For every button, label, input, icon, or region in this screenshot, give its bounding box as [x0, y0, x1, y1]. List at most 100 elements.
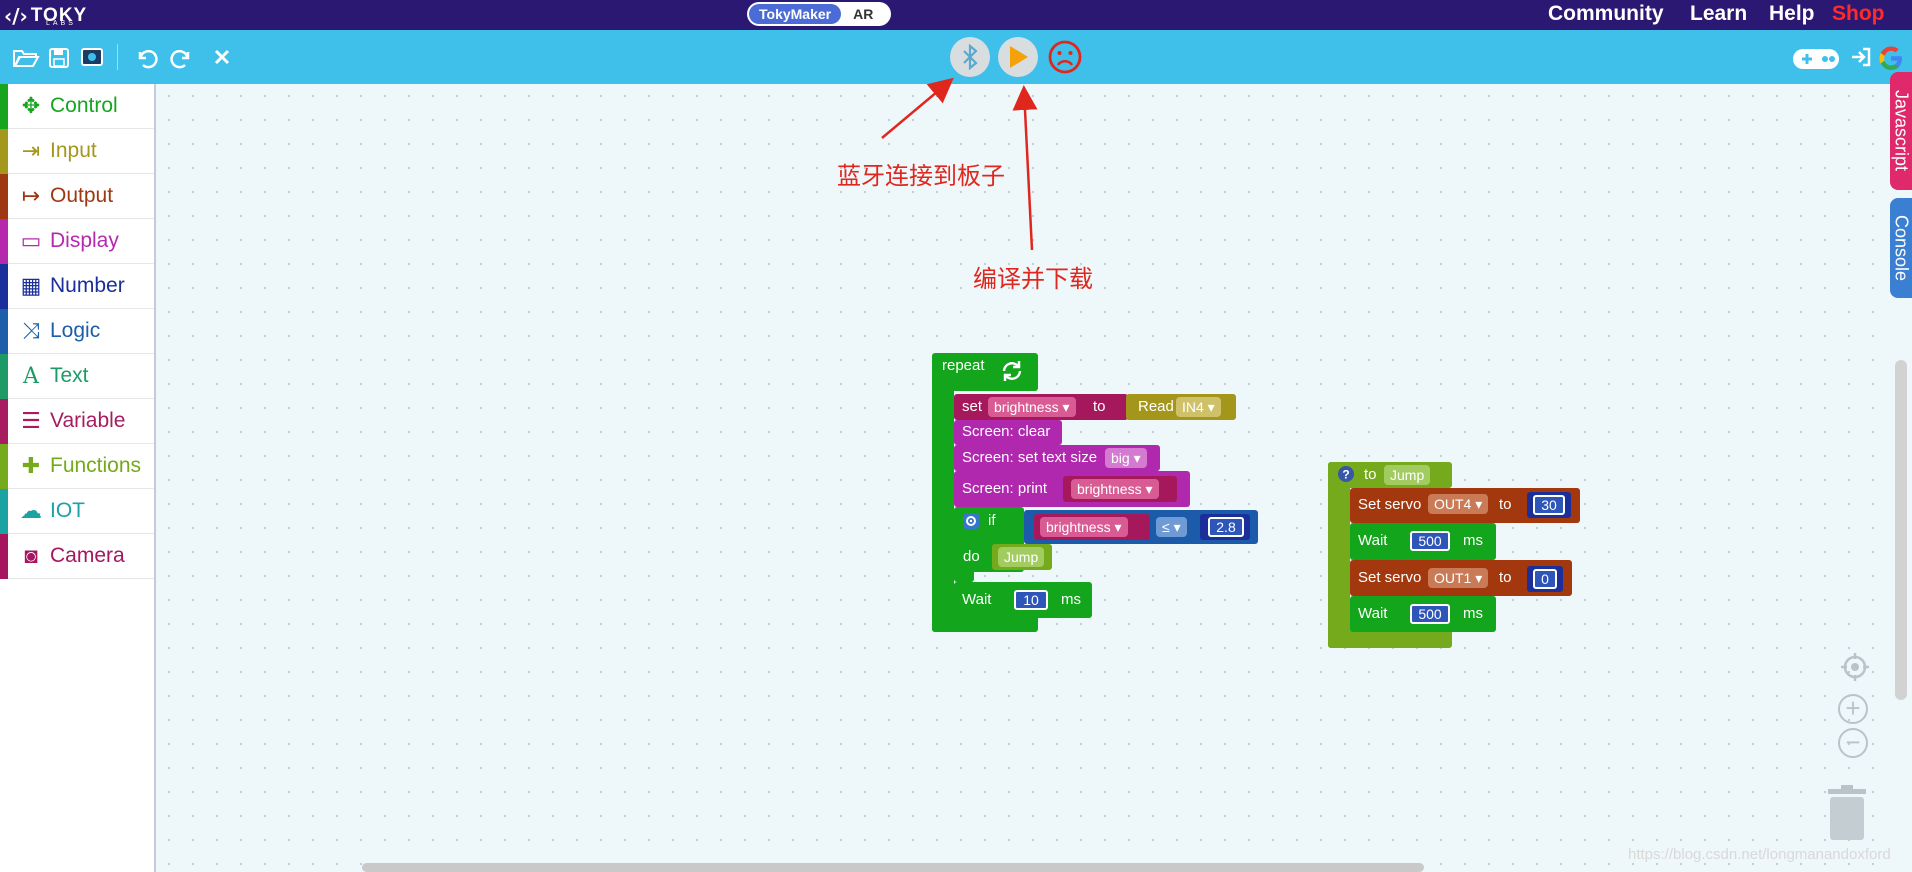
category-variable[interactable]: ☰ Variable — [0, 399, 154, 444]
ms-label: ms — [1463, 532, 1483, 549]
compare-variable-dropdown[interactable]: brightness ▾ — [1040, 517, 1128, 537]
servo-port-dropdown-1[interactable]: OUT4 ▾ — [1428, 494, 1489, 514]
trash-icon[interactable] — [1827, 785, 1867, 841]
bars-icon: ☰ — [21, 408, 41, 433]
connection-status[interactable] — [1045, 37, 1085, 77]
toky-labs-logo[interactable]: ‹/› TOKY LABS — [4, 3, 87, 29]
mode-switch[interactable]: TokyMaker AR — [747, 2, 891, 26]
category-label: Camera — [50, 544, 125, 567]
servo-angle-field-1[interactable]: 30 — [1533, 495, 1565, 515]
function-to-label: to — [1364, 466, 1377, 483]
redo-icon[interactable] — [170, 47, 194, 76]
vertical-scrollbar[interactable] — [1895, 360, 1907, 700]
print-variable-dropdown[interactable]: brightness ▾ — [1071, 479, 1159, 499]
toolbar-divider — [117, 44, 118, 70]
variable-dropdown[interactable]: brightness ▾ — [988, 397, 1076, 417]
category-control[interactable]: ✥ Control — [0, 84, 154, 129]
zoom-in-icon[interactable]: + — [1838, 694, 1868, 724]
wait-value-field[interactable]: 10 — [1014, 590, 1048, 610]
compare-number-field[interactable]: 2.8 — [1208, 517, 1244, 537]
category-stripe — [0, 219, 8, 264]
operator-value: ≤ — [1162, 519, 1170, 535]
mode-tokymaker[interactable]: TokyMaker — [749, 4, 842, 24]
servo-port-name: OUT4 — [1434, 496, 1472, 512]
gear-icon[interactable] — [962, 512, 980, 535]
servo-angle-field-2[interactable]: 0 — [1533, 569, 1557, 589]
zoom-out-icon[interactable]: − — [1838, 728, 1868, 758]
gamepad-icon[interactable] — [1792, 47, 1840, 76]
sad-face-icon — [1048, 40, 1082, 74]
wait-value-field-2[interactable]: 500 — [1410, 531, 1450, 551]
category-input[interactable]: ⇥ Input — [0, 129, 154, 174]
horizontal-scrollbar[interactable] — [362, 863, 1424, 872]
servo-port-name: OUT1 — [1434, 570, 1472, 586]
category-stripe — [0, 264, 8, 309]
category-stripe — [0, 444, 8, 489]
save-icon[interactable] — [48, 47, 70, 74]
category-stripe — [0, 354, 8, 399]
category-output[interactable]: ↦ Output — [0, 174, 154, 219]
compile-upload-button[interactable] — [998, 37, 1038, 77]
category-iot[interactable]: ☁ IOT — [0, 489, 154, 534]
nav-shop[interactable]: Shop — [1832, 2, 1885, 26]
wait-value-field-3[interactable]: 500 — [1410, 604, 1450, 624]
undo-icon[interactable] — [134, 47, 158, 76]
if-block-foot — [954, 568, 974, 582]
annotation-compile-label: 编译并下载 — [973, 265, 1093, 293]
javascript-tab-label: Javascript — [1891, 90, 1912, 172]
javascript-tab[interactable]: Javascript — [1890, 72, 1912, 190]
category-logic[interactable]: ⤨ Logic — [0, 309, 154, 354]
nav-help[interactable]: Help — [1769, 2, 1815, 26]
category-functions[interactable]: ✚ Functions — [0, 444, 154, 489]
clear-icon[interactable] — [212, 47, 232, 72]
set-servo-label: Set servo — [1358, 496, 1422, 513]
screenshot-icon[interactable] — [80, 46, 104, 73]
category-stripe — [0, 84, 8, 129]
read-label: Read — [1138, 398, 1174, 415]
text-icon: A — [23, 363, 39, 389]
recenter-icon[interactable] — [1840, 652, 1870, 687]
category-stripe — [0, 534, 8, 579]
bluetooth-icon — [963, 44, 978, 70]
text-size-dropdown[interactable]: big ▾ — [1105, 448, 1147, 468]
input-port-dropdown[interactable]: IN4 ▾ — [1176, 397, 1221, 417]
category-stripe — [0, 399, 8, 444]
category-camera[interactable]: ◙ Camera — [0, 534, 154, 579]
compare-variable-name: brightness — [1046, 519, 1111, 535]
servo-port-dropdown-2[interactable]: OUT1 ▾ — [1428, 568, 1489, 588]
category-label: Variable — [50, 409, 126, 432]
console-tab[interactable]: Console — [1890, 198, 1912, 298]
category-label: Output — [50, 184, 114, 207]
sign-in-icon: ⇥ — [21, 138, 41, 163]
logo-mark: ‹/› — [4, 4, 28, 28]
nav-learn[interactable]: Learn — [1690, 2, 1747, 26]
category-text[interactable]: A Text — [0, 354, 154, 399]
sign-in-icon[interactable] — [1850, 46, 1872, 73]
category-label: Display — [50, 229, 119, 252]
mode-ar[interactable]: AR — [853, 6, 873, 22]
operator-dropdown[interactable]: ≤ ▾ — [1156, 517, 1187, 537]
function-foot — [1328, 630, 1452, 648]
help-icon[interactable]: ? — [1337, 465, 1355, 488]
wait-label: Wait — [1358, 532, 1388, 549]
category-display[interactable]: ▭ Display — [0, 219, 154, 264]
category-stripe — [0, 489, 8, 534]
monitor-icon: ▭ — [20, 228, 42, 253]
top-nav-bar: ‹/› TOKY LABS TokyMaker AR Community Lea… — [0, 0, 1912, 30]
bluetooth-button[interactable] — [950, 37, 990, 77]
category-number[interactable]: ▦ Number — [0, 264, 154, 309]
shuffle-icon: ⤨ — [22, 318, 40, 343]
sign-out-icon: ↦ — [21, 183, 41, 208]
input-port-name: IN4 — [1182, 399, 1204, 415]
calculator-icon: ▦ — [20, 273, 42, 298]
repeat-block-arm — [932, 380, 954, 632]
category-label: Logic — [50, 319, 101, 342]
open-folder-icon[interactable] — [12, 47, 40, 74]
screen-clear-label: Screen: clear — [962, 423, 1051, 440]
ms-label: ms — [1463, 605, 1483, 622]
function-name-field[interactable]: Jump — [1384, 465, 1431, 485]
call-jump-name: Jump — [998, 547, 1045, 567]
nav-community[interactable]: Community — [1548, 2, 1664, 26]
do-label: do — [963, 548, 980, 565]
play-icon — [1010, 46, 1028, 68]
